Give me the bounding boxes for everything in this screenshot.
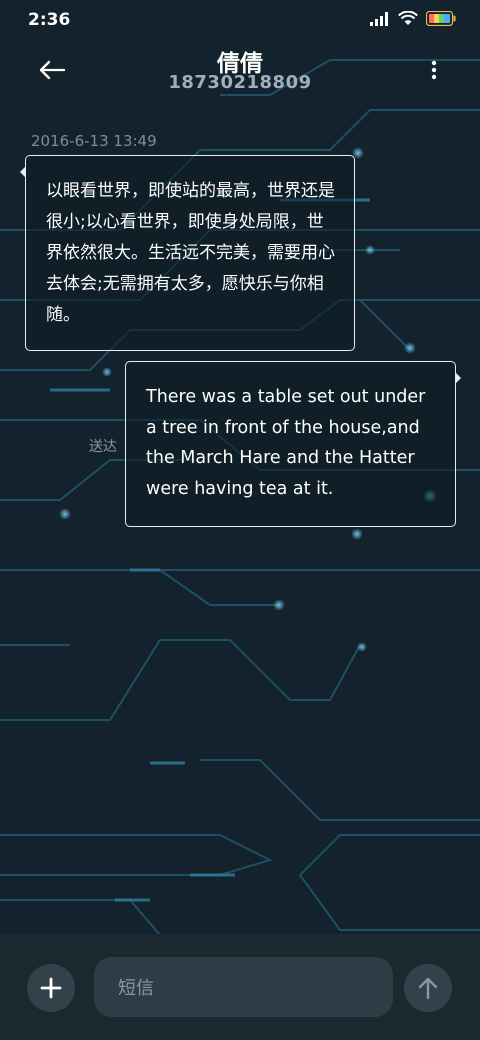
outgoing-message-text: There was a table set out under a tree i… — [146, 387, 426, 499]
message-input[interactable]: 短信 — [94, 957, 393, 1017]
more-options-button[interactable] — [422, 56, 446, 84]
status-bar: 2:36 — [0, 0, 480, 44]
status-time: 2:36 — [28, 10, 71, 30]
plus-icon — [40, 977, 62, 999]
contact-phone: 18730218809 — [168, 72, 312, 93]
battery-icon — [426, 11, 456, 26]
conversation-header: 倩倩 18730218809 — [0, 40, 480, 110]
more-vertical-icon — [431, 60, 437, 80]
message-timestamp: 2016-6-13 13:49 — [31, 132, 157, 150]
signal-icon — [370, 11, 388, 26]
incoming-message-text: 以眼看世界，即使站的最高，世界还是很小;以心看世界，即使身处局限，世界依然很大。… — [46, 181, 335, 325]
incoming-message-bubble[interactable]: 以眼看世界，即使站的最高，世界还是很小;以心看世界，即使身处局限，世界依然很大。… — [25, 155, 355, 351]
message-input-placeholder: 短信 — [118, 978, 154, 999]
message-composer: 短信 — [0, 934, 480, 1040]
wifi-icon — [398, 11, 418, 25]
status-icons — [370, 11, 456, 26]
delivery-status: 送达 — [89, 439, 117, 455]
send-arrow-icon — [418, 977, 438, 1000]
add-attachment-button[interactable] — [27, 964, 75, 1012]
outgoing-message-bubble[interactable]: There was a table set out under a tree i… — [125, 361, 456, 527]
send-button[interactable] — [404, 964, 452, 1012]
